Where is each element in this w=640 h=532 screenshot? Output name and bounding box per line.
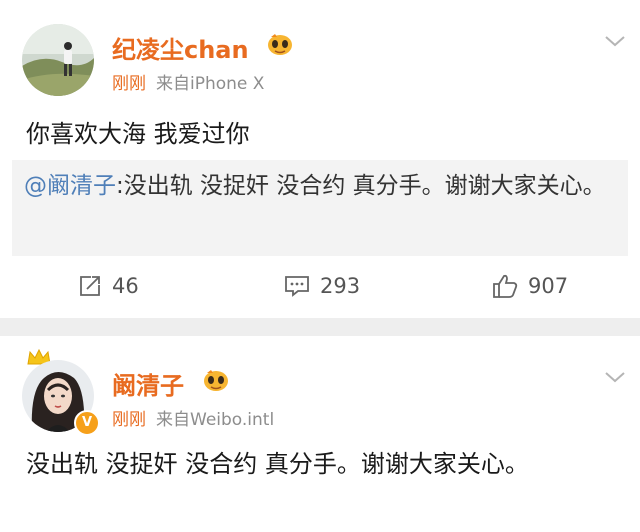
vip-emoji-icon [268, 34, 292, 55]
vip-emoji-icon [204, 370, 228, 391]
comment-button[interactable]: 293 [284, 262, 360, 310]
repost-button[interactable]: 46 [78, 262, 139, 310]
weibo-post-1: 纪凌尘chan 刚刚 来自iPhone X 你喜欢大海 我爱过你 @阚清子:没出轨… [0, 0, 640, 318]
author-name[interactable]: 纪凌尘chan [112, 30, 249, 65]
verified-badge: V [74, 410, 100, 436]
like-button[interactable]: 907 [492, 262, 568, 310]
post-meta: 刚刚 来自iPhone X [112, 69, 264, 94]
action-bar: 46 293 907 [0, 262, 640, 310]
repost-count: 46 [112, 274, 139, 298]
retweet-text: @阚清子:没出轨 没捉奸 没合约 真分手。谢谢大家关心。 [24, 168, 618, 204]
retweet-box[interactable]: @阚清子:没出轨 没捉奸 没合约 真分手。谢谢大家关心。 [12, 160, 628, 256]
post-time: 刚刚 [112, 410, 146, 430]
chevron-down-icon[interactable] [604, 370, 626, 384]
post-source: 来自iPhone X [156, 74, 265, 94]
post-meta: 刚刚 来自Weibo.intl [112, 405, 274, 430]
comment-count: 293 [320, 274, 361, 298]
avatar[interactable] [22, 24, 94, 96]
post-time: 刚刚 [112, 74, 146, 94]
post-source: 来自Weibo.intl [156, 410, 275, 430]
mention-link[interactable]: @阚清子 [24, 173, 116, 199]
comment-icon [285, 276, 309, 297]
retweet-body: :没出轨 没捉奸 没合约 真分手。谢谢大家关心。 [116, 173, 606, 199]
like-count: 907 [528, 274, 569, 298]
author-name[interactable]: 阚清子 [112, 366, 184, 401]
thumbs-up-icon [493, 274, 518, 298]
post-content: 你喜欢大海 我爱过你 [26, 120, 250, 148]
repost-icon [80, 276, 100, 296]
post-content: 没出轨 没捉奸 没合约 真分手。谢谢大家关心。 [26, 450, 529, 478]
chevron-down-icon[interactable] [604, 34, 626, 48]
weibo-post-2: V 阚清子 刚刚 来自Weibo.intl 没出轨 没捉奸 没合约 真分手。谢谢大… [0, 336, 640, 532]
post-separator [0, 318, 640, 336]
